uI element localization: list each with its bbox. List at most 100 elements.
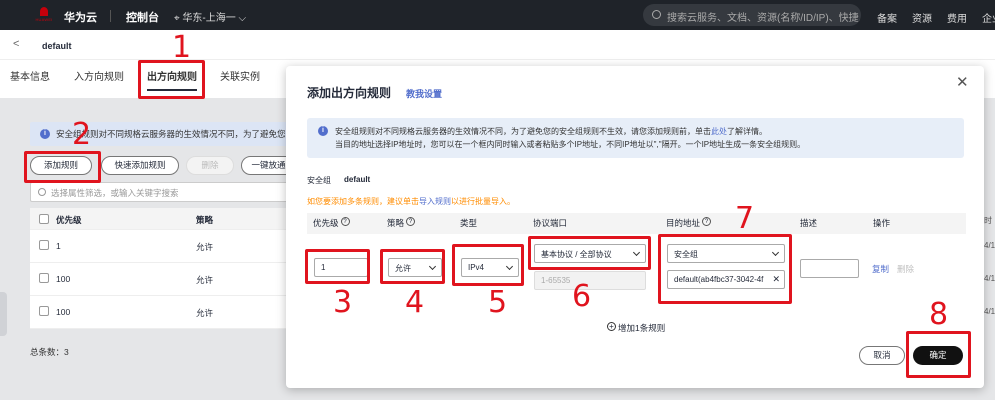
info-banner-text: 安全组规则对不同规格云服务器的生效情况不同，为了避免您的安 [56, 129, 290, 139]
table-row: 1 允许 [30, 230, 290, 263]
info-details-link[interactable]: 此处 [711, 127, 727, 136]
col-priority: 优先级? [313, 217, 350, 229]
row-checkbox[interactable] [39, 240, 49, 250]
info-text: 安全组规则对不同规格云服务器的生效情况不同，为了避免您的安全组规则不生效，请您添… [335, 127, 711, 136]
port-input[interactable]: 1-65535 [534, 271, 646, 290]
col-description: 描述 [800, 218, 818, 228]
policy-select[interactable]: 允许 [388, 258, 442, 277]
tab-outbound-rules[interactable]: 出方向规则 [147, 68, 197, 91]
breadcrumb: < default [0, 30, 995, 60]
destination-type-value: 安全组 [674, 250, 698, 259]
row-checkbox[interactable] [39, 273, 49, 283]
bulk-import-tip: 如您要添加多条规则，建议单击导入规则以进行批量导入。 [307, 196, 515, 207]
brand-name[interactable]: 华为云 [64, 9, 97, 25]
page-title: default [42, 41, 72, 51]
chevron-down-icon [428, 262, 437, 271]
destination-type-select[interactable]: 安全组 [667, 244, 785, 263]
plus-icon: + [607, 322, 616, 331]
tab-inbound-rules[interactable]: 入方向规则 [74, 68, 124, 83]
back-arrow-icon[interactable]: < [13, 38, 19, 50]
import-rules-link[interactable]: 导入规则 [419, 197, 451, 206]
cut-cell: 4/1 [984, 241, 995, 250]
console-link[interactable]: 控制台 [126, 9, 159, 25]
info-icon: i [40, 129, 50, 139]
row-checkbox[interactable] [39, 306, 49, 316]
divider [110, 10, 111, 22]
cell-policy: 允许 [196, 308, 214, 318]
description-input[interactable] [800, 259, 859, 278]
cut-column-header: 时 [984, 216, 992, 225]
cancel-button[interactable]: 取消 [859, 346, 905, 365]
filter-placeholder: 选择属性筛选，或输入关键字搜索 [51, 188, 179, 198]
total-count: 总条数：3 [30, 347, 69, 357]
delete-button[interactable]: 删除 [186, 156, 234, 175]
col-destination: 目的地址? [666, 217, 712, 229]
clear-icon[interactable]: ✕ [772, 274, 780, 285]
info-text-line2: 当目的地址选择IP地址时，您可以在一个框内同时输入或者粘贴多个IP地址，不同IP… [335, 140, 806, 149]
search-placeholder: 搜索云服务、文档、资源(名称/ID/IP)、快捷... [667, 13, 861, 24]
nav-filing[interactable]: 备案 [877, 10, 897, 25]
huawei-logo-icon[interactable]: HUAWEI [32, 6, 56, 24]
destination-value: default(ab4fbc37-3042-4f [674, 275, 764, 284]
col-action: 操作 [873, 218, 891, 228]
security-group-value: default [344, 175, 371, 184]
policy-value: 允许 [395, 264, 411, 273]
confirm-button[interactable]: 确定 [913, 346, 963, 365]
cell-priority: 1 [56, 241, 61, 251]
region-selector[interactable]: ⌖ 华东-上海一 ⌵ [174, 9, 246, 24]
cell-policy: 允许 [196, 242, 214, 252]
tutorial-link[interactable]: 教我设置 [406, 87, 442, 100]
nav-enterprise[interactable]: 企业 [982, 10, 995, 25]
dialog-info-banner: i 安全组规则对不同规格云服务器的生效情况不同，为了避免您的安全组规则不生效，请… [307, 118, 964, 158]
info-icon: i [318, 126, 328, 136]
rules-table: 优先级 策略 1 允许 100 允许 100 允许 [30, 208, 290, 329]
info-banner: i 安全组规则对不同规格云服务器的生效情况不同，为了避免您的安 [30, 122, 290, 146]
protocol-select[interactable]: 基本协议 / 全部协议 [534, 244, 646, 263]
nav-resources[interactable]: 资源 [912, 10, 932, 25]
col-protocol-port: 协议端口 [533, 218, 568, 228]
cell-priority: 100 [56, 274, 71, 284]
help-icon[interactable]: ? [406, 217, 416, 226]
filter-search-input[interactable]: 选择属性筛选，或输入关键字搜索 [30, 182, 290, 202]
chevron-down-icon [771, 248, 780, 257]
collapse-handle[interactable] [0, 292, 7, 336]
destination-value-field[interactable]: default(ab4fbc37-3042-4f ✕ [667, 270, 785, 289]
protocol-value: 基本协议 / 全部协议 [541, 250, 612, 259]
tab-basic-info[interactable]: 基本信息 [10, 68, 50, 83]
add-outbound-rule-dialog: 添加出方向规则 教我设置 ✕ i 安全组规则对不同规格云服务器的生效情况不同，为… [286, 66, 984, 388]
select-all-checkbox[interactable] [39, 214, 49, 224]
info-text-end: 了解详情。 [727, 127, 767, 136]
search-icon [652, 10, 661, 19]
tip-text: 如您要添加多条规则，建议单击 [307, 197, 419, 206]
tab-associated-instances[interactable]: 关联实例 [220, 68, 260, 83]
delete-link[interactable]: 删除 [897, 263, 914, 275]
rule-table-header: 优先级? 策略? 类型 协议端口 目的地址? 描述 操作 [307, 213, 966, 234]
help-icon[interactable]: ? [340, 217, 350, 226]
table-row: 100 允许 [30, 296, 290, 329]
tip-text-end: 以进行批量导入。 [451, 197, 515, 206]
help-icon[interactable]: ? [702, 217, 712, 226]
search-icon [38, 188, 46, 196]
copy-link[interactable]: 复制 [872, 263, 889, 275]
cell-priority: 100 [56, 307, 71, 317]
col-priority: 优先级 [56, 215, 82, 225]
security-group-label: 安全组 [307, 176, 331, 185]
quick-add-rule-button[interactable]: 快速添加规则 [101, 156, 179, 175]
chevron-down-icon [505, 262, 514, 271]
cut-cell: 4/1 [984, 274, 995, 283]
close-icon[interactable]: ✕ [956, 75, 969, 90]
add-rule-label: 增加1条规则 [618, 323, 666, 333]
add-one-rule-button[interactable]: + 增加1条规则 [607, 322, 665, 334]
col-type: 类型 [460, 218, 478, 228]
col-policy: 策略 [196, 215, 214, 225]
dialog-title: 添加出方向规则 [307, 86, 392, 100]
nav-billing[interactable]: 费用 [947, 10, 967, 25]
add-rule-button[interactable]: 添加规则 [30, 156, 92, 175]
type-select[interactable]: IPv4 [461, 258, 519, 277]
global-search-input[interactable]: 搜索云服务、文档、资源(名称/ID/IP)、快捷... [643, 4, 861, 26]
type-value: IPv4 [468, 263, 485, 272]
cut-cell: 4/1 [984, 307, 995, 316]
priority-input[interactable]: 1 [314, 258, 368, 277]
col-policy: 策略? [387, 217, 416, 229]
top-nav-bar: HUAWEI 华为云 控制台 ⌖ 华东-上海一 ⌵ 搜索云服务、文档、资源(名称… [0, 0, 995, 30]
